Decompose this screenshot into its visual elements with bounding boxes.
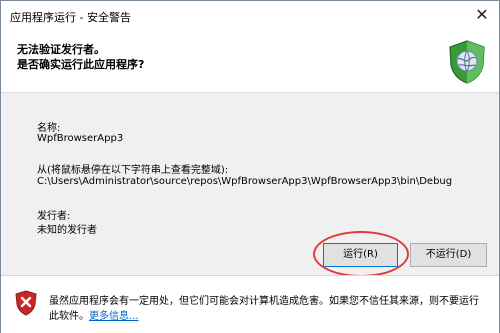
risk-warning-prefix: 此软件。 [49,311,89,322]
more-info-link[interactable]: 更多信息... [89,311,139,322]
from-label: 从(将鼠标悬停在以下字符串上查看完整域): [37,165,229,176]
name-label: 名称: [37,123,61,134]
risk-warning-text-2: 此软件。更多信息... [49,307,139,322]
from-value[interactable]: C:\Users\Administrator\source\repos\WpfB… [37,176,452,187]
highlight-circle [313,231,409,277]
warning-footer: 虽然应用程序会有一定用处，但它们可能会对计算机造成危害。如果您不信任其来源，则不… [1,275,499,333]
dialog-header: 无法验证发行者。 是否确实运行此应用程序? [1,31,499,93]
close-button[interactable]: ✕ [471,5,493,25]
run-confirm-question: 是否确实运行此应用程序? [17,58,145,71]
red-shield-x-icon [15,290,37,316]
dont-run-button[interactable]: 不运行(D) [410,243,487,267]
security-warning-dialog: 应用程序运行 - 安全警告 ✕ 无法验证发行者。 是否确实运行此应用程序? 名称… [0,0,500,333]
name-value: WpfBrowserApp3 [37,133,124,144]
risk-warning-text: 虽然应用程序会有一定用处，但它们可能会对计算机造成危害。如果您不信任其来源，则不… [49,296,479,307]
title-bar: 应用程序运行 - 安全警告 ✕ [1,1,499,31]
publisher-warning-heading: 无法验证发行者。 [17,43,105,56]
publisher-label: 发行者: [37,211,71,222]
globe-shield-icon [449,40,485,84]
window-title: 应用程序运行 - 安全警告 [10,11,131,24]
publisher-value: 未知的发行者 [37,225,97,236]
